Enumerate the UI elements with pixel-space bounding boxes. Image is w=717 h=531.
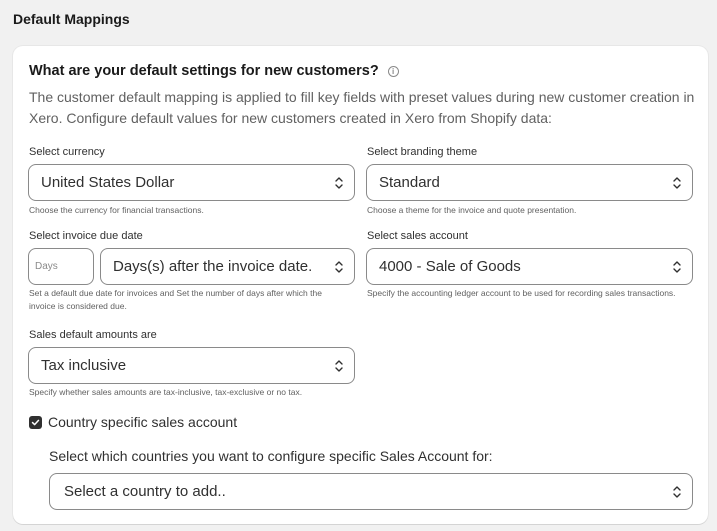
- branding-label: Select branding theme: [367, 146, 478, 158]
- card-question: What are your default settings for new c…: [29, 63, 379, 79]
- country-prompt: Select which countries you want to confi…: [49, 448, 493, 464]
- currency-help: Choose the currency for financial transa…: [29, 205, 204, 215]
- due-date-select[interactable]: Days(s) after the invoice date.: [100, 248, 355, 285]
- due-date-label: Select invoice due date: [29, 230, 143, 242]
- sales-account-label: Select sales account: [367, 230, 468, 242]
- amounts-label: Sales default amounts are: [29, 329, 157, 341]
- amounts-help: Specify whether sales amounts are tax-in…: [29, 387, 303, 397]
- checkmark-icon: [31, 419, 40, 425]
- due-date-help: Set a default due date for invoices and …: [29, 288, 322, 311]
- sales-account-select[interactable]: 4000 - Sale of Goods: [366, 248, 693, 285]
- amounts-value: Tax inclusive: [41, 357, 127, 374]
- due-days-input[interactable]: Days: [28, 248, 94, 285]
- branding-select[interactable]: Standard: [366, 164, 693, 201]
- info-icon[interactable]: i: [387, 65, 399, 77]
- due-date-value: Days(s) after the invoice date.: [113, 258, 313, 275]
- currency-select[interactable]: United States Dollar: [28, 164, 355, 201]
- currency-label: Select currency: [29, 146, 105, 158]
- sales-account-help: Specify the accounting ledger account to…: [367, 288, 676, 298]
- branding-value: Standard: [379, 174, 440, 191]
- chevron-up-down-icon: [334, 359, 344, 373]
- chevron-up-down-icon: [672, 485, 682, 499]
- section-title: Default Mappings: [13, 11, 130, 27]
- country-specific-label: Country specific sales account: [48, 414, 238, 430]
- chevron-up-down-icon: [334, 260, 344, 274]
- chevron-up-down-icon: [334, 176, 344, 190]
- country-specific-checkbox[interactable]: [29, 415, 42, 429]
- chevron-up-down-icon: [672, 176, 682, 190]
- card-description: The customer default mapping is applied …: [29, 89, 695, 126]
- currency-value: United States Dollar: [41, 174, 175, 191]
- amounts-select[interactable]: Tax inclusive: [28, 347, 355, 384]
- country-specific-row[interactable]: Country specific sales account: [29, 414, 237, 430]
- country-select-value: Select a country to add..: [64, 483, 226, 500]
- default-mappings-page: Default Mappings What are your default s…: [0, 0, 717, 531]
- default-settings-card: What are your default settings for new c…: [13, 46, 708, 524]
- branding-help: Choose a theme for the invoice and quote…: [367, 205, 577, 215]
- due-days-placeholder: Days: [35, 261, 58, 272]
- chevron-up-down-icon: [672, 260, 682, 274]
- country-select[interactable]: Select a country to add..: [49, 473, 693, 510]
- sales-account-value: 4000 - Sale of Goods: [379, 258, 521, 275]
- card-heading: What are your default settings for new c…: [29, 63, 399, 79]
